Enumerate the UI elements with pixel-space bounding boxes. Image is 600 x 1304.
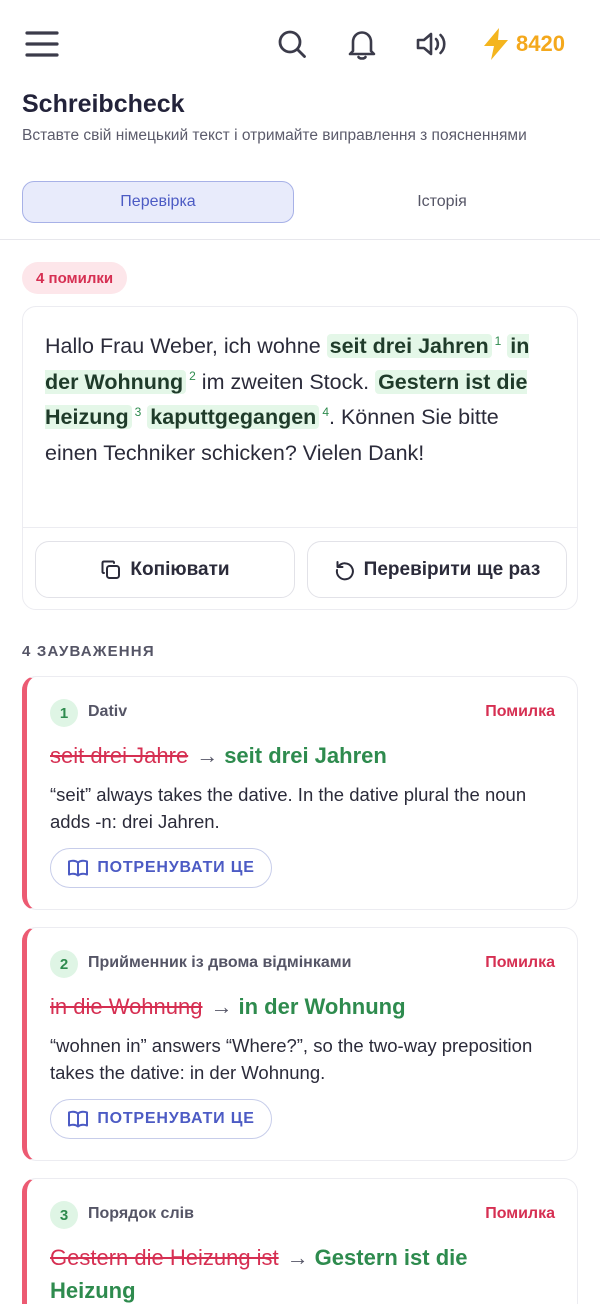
book-icon [68, 859, 89, 877]
corrected-text-card: Hallo Frau Weber, ich wohne seit drei Ja… [22, 306, 578, 610]
recheck-button-label: Перевірити ще раз [363, 558, 541, 580]
tab-check[interactable]: Перевірка [22, 181, 294, 223]
issue-severity: Помилка [485, 1205, 555, 1222]
correction-marker: 4 [322, 404, 330, 419]
card-divider [23, 527, 577, 528]
issue-correction: Gestern die Heizung ist → Gestern ist die … [50, 1241, 520, 1304]
corrected-text: Hallo Frau Weber, ich wohne seit drei Ja… [45, 329, 557, 471]
issue-correction: in die Wohnung → in der Wohnung [50, 990, 520, 1023]
issue-correction: seit drei Jahre → seit drei Jahren [50, 739, 520, 772]
issue-card: 2 Прийменник із двома відмінками Помилка… [22, 927, 578, 1161]
practice-button-label: ПОТРЕНУВАТИ ЦЕ [97, 1110, 255, 1127]
issue-category: Порядок слів [88, 1205, 194, 1222]
copy-icon [101, 560, 121, 579]
issue-severity: Помилка [485, 703, 555, 720]
arrow-right-icon: → [286, 1245, 309, 1270]
practice-button[interactable]: ПОТРЕНУВАТИ ЦЕ [50, 848, 272, 888]
lightning-icon [484, 28, 508, 60]
page-title: Schreibcheck [22, 90, 185, 118]
practice-button-label: ПОТРЕНУВАТИ ЦЕ [97, 859, 255, 876]
sound-icon[interactable] [412, 24, 452, 64]
issue-explanation: “wohnen in” answers “Where?”, so the two… [50, 1035, 533, 1083]
issues-section-label: 4 ЗАУВАЖЕННЯ [22, 643, 155, 660]
wrong-text: in die Wohnung [50, 994, 203, 1019]
refresh-icon [335, 560, 354, 580]
issue-category: Прийменник із двома відмінками [88, 954, 352, 971]
issue-explanation: “seit” always takes the dative. In the d… [50, 784, 527, 832]
streak-value: 8420 [516, 31, 565, 56]
menu-icon[interactable] [22, 24, 62, 64]
correct-text: seit drei Jahren [224, 743, 387, 768]
page-subtitle: Вставте свій німецький текст і отримайте… [22, 127, 527, 144]
arrow-right-icon: → [210, 994, 233, 1019]
practice-button[interactable]: ПОТРЕНУВАТИ ЦЕ [50, 1099, 272, 1139]
issue-card: 3 Порядок слів Помилка Gestern die Heizu… [22, 1178, 578, 1304]
issue-number: 3 [50, 1201, 78, 1229]
tab-history[interactable]: Історія [306, 181, 578, 223]
wrong-text: Gestern die Heizung ist [50, 1245, 279, 1270]
issue-number: 1 [50, 699, 78, 727]
correct-text: in der Wohnung [238, 994, 406, 1019]
copy-button-label: Копіювати [130, 558, 230, 580]
book-icon [68, 1110, 89, 1128]
issue-card: 1 Dativ Помилка seit drei Jahre → seit dre… [22, 676, 578, 910]
correction-marker: 2 [189, 369, 196, 384]
top-bar: 8420 [0, 0, 600, 88]
search-icon[interactable] [272, 24, 312, 64]
header-divider [0, 239, 600, 240]
correction-highlight[interactable]: kaputtgegangen [147, 405, 320, 429]
bell-icon[interactable] [342, 24, 382, 64]
issue-number: 2 [50, 950, 78, 978]
text-segment: Hallo Frau Weber, ich wohne [45, 334, 327, 358]
wrong-text: seit drei Jahre [50, 743, 189, 768]
issue-category: Dativ [88, 703, 128, 720]
error-count-badge: 4 помилки [22, 262, 128, 294]
text-segment: im zweiten Stock. [195, 369, 376, 394]
issue-severity: Помилка [485, 954, 555, 971]
arrow-right-icon: → [196, 743, 219, 768]
correction-highlight[interactable]: seit drei Jahren [326, 334, 492, 358]
streak-counter[interactable]: 8420 [480, 26, 565, 62]
tab-bar: Перевірка Історія [22, 181, 578, 223]
copy-button[interactable]: Копіювати [35, 541, 295, 598]
recheck-button[interactable]: Перевірити ще раз [307, 541, 567, 598]
